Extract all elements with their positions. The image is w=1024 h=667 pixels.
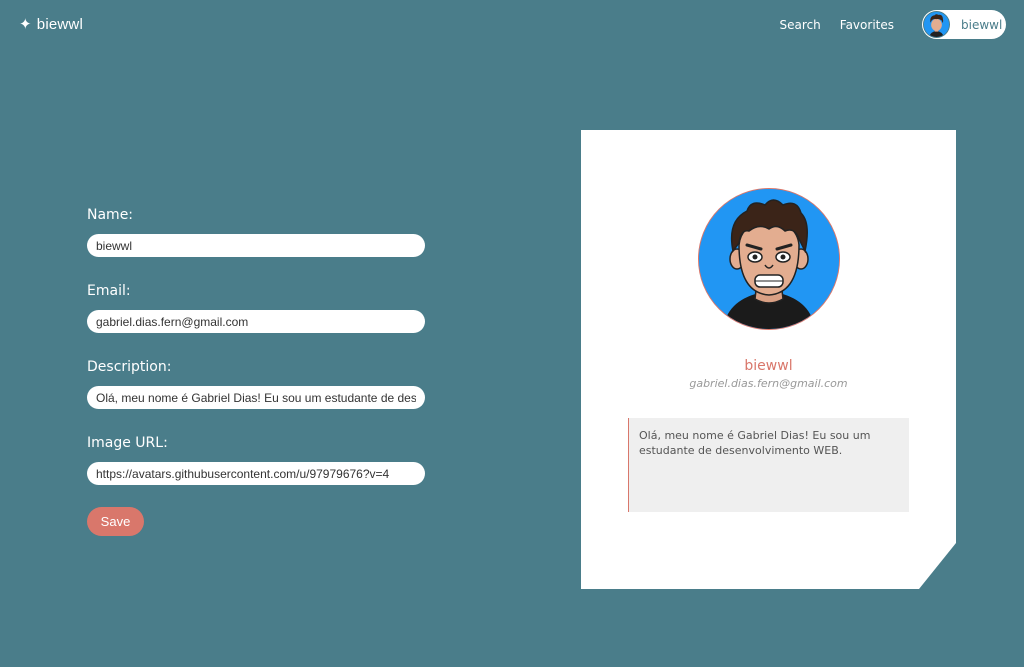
user-profile-button[interactable]: biewwl — [922, 10, 1006, 39]
sparkle-icon: ✦ — [19, 16, 32, 33]
cartoon-avatar-icon — [699, 189, 839, 329]
brand-logo[interactable]: ✦ biewwl — [19, 15, 83, 34]
profile-avatar — [698, 188, 840, 330]
nav-favorites-link[interactable]: Favorites — [840, 18, 894, 32]
email-label: Email: — [87, 283, 131, 299]
avatar-icon — [923, 11, 950, 38]
email-input[interactable] — [87, 310, 425, 333]
edit-profile-form: Name: Email: Description: Image URL: Sav… — [87, 207, 425, 536]
top-nav: Search Favorites biewwl — [780, 10, 1006, 39]
name-input[interactable] — [87, 234, 425, 257]
description-label: Description: — [87, 359, 172, 375]
user-name: biewwl — [961, 17, 1003, 32]
save-button[interactable]: Save — [87, 507, 144, 536]
profile-card: biewwl gabriel.dias.fern@gmail.com Olá, … — [581, 130, 956, 589]
nav-search-link[interactable]: Search — [780, 18, 821, 32]
image-url-input[interactable] — [87, 462, 425, 485]
image-url-label: Image URL: — [87, 435, 168, 451]
name-label: Name: — [87, 207, 134, 223]
description-input[interactable] — [87, 386, 425, 409]
brand-name: biewwl — [36, 15, 83, 33]
profile-email: gabriel.dias.fern@gmail.com — [689, 377, 848, 390]
profile-name: biewwl — [744, 358, 793, 374]
profile-description: Olá, meu nome é Gabriel Dias! Eu sou um … — [628, 418, 909, 512]
